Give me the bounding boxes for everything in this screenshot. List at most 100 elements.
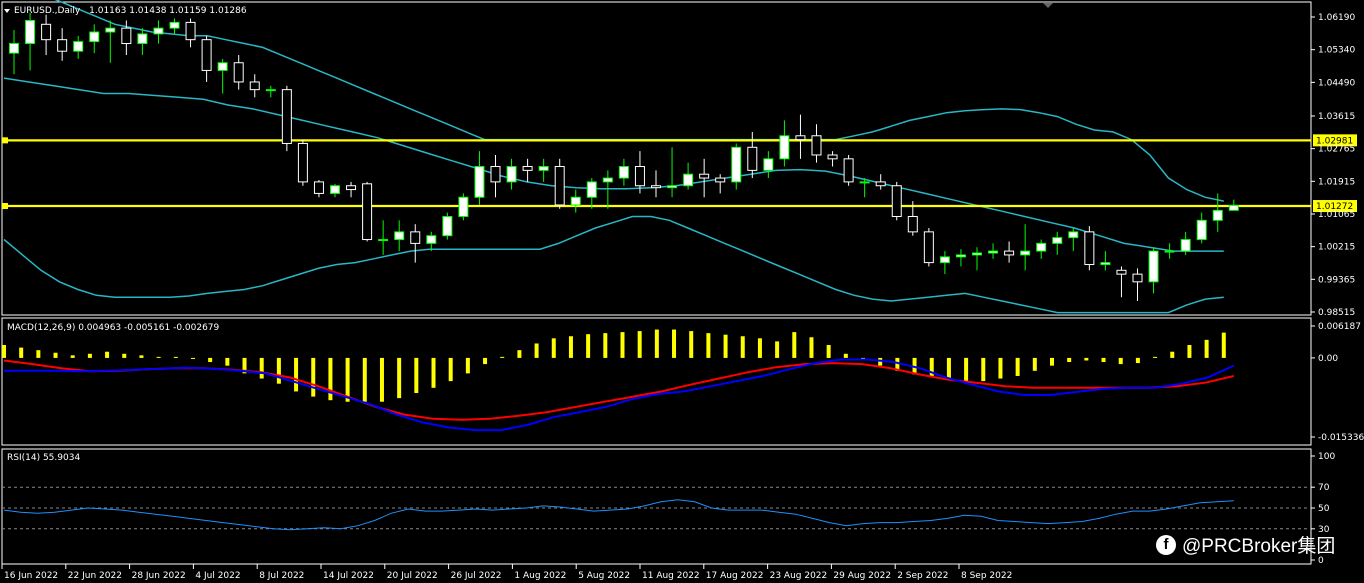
watermark: f @PRCBroker集团 (1156, 531, 1335, 558)
candle-body (1148, 250, 1159, 283)
macd-histogram-bar (483, 357, 488, 365)
macd-histogram-bar (1015, 357, 1020, 376)
candle-body (779, 135, 790, 160)
macd-histogram-bar (362, 357, 367, 402)
date-tick-label: 5 Aug 2022 (578, 571, 630, 581)
macd-histogram-bar (345, 357, 350, 402)
candle-body (281, 89, 292, 144)
candle-body (1068, 231, 1079, 239)
candle-body (41, 23, 52, 41)
macd-histogram-bar (225, 357, 230, 366)
macd-histogram-bar (620, 332, 625, 358)
date-tick-label: 2 Sep 2022 (897, 571, 948, 581)
rsi-tick-label: 50 (1318, 504, 1330, 514)
candle-body (169, 21, 180, 29)
macd-histogram-bar (672, 329, 677, 358)
candle-body (394, 231, 405, 241)
candle-body (249, 81, 260, 91)
date-tick-label: 14 Jul 2022 (323, 571, 374, 581)
candle-body (570, 196, 581, 206)
candle-body (121, 27, 132, 45)
candle-body (506, 166, 517, 183)
candle-body (1052, 237, 1063, 244)
candle-body (538, 166, 549, 171)
macd-histogram-bar (276, 357, 281, 384)
candle-body (843, 158, 854, 183)
macd-histogram-bar (2, 345, 6, 358)
macd-histogram-bar (173, 356, 178, 358)
candle-body (1132, 273, 1143, 283)
date-tick-label: 8 Sep 2022 (961, 571, 1012, 581)
level-anchor (2, 203, 8, 210)
macd-histogram-bar (757, 338, 762, 358)
symbol-header: EURUSD.,Daily 1.01163 1.01438 1.01159 1.… (14, 6, 247, 16)
candle-body (153, 27, 164, 35)
macd-histogram-bar (1135, 357, 1140, 364)
macd-histogram-bar (311, 357, 316, 397)
candle-body (811, 135, 822, 156)
candle-body (907, 215, 918, 233)
candle-body (634, 166, 645, 187)
candle-body (458, 196, 469, 217)
candle-body (955, 254, 966, 258)
price-tick-label: 1.02765 (1318, 145, 1355, 155)
macd-histogram-bar (929, 357, 934, 378)
candle-body (1116, 269, 1127, 275)
candle-body (939, 256, 950, 264)
candle-body (651, 185, 661, 189)
price-tick-label: 0.99365 (1318, 275, 1355, 285)
date-tick-label: 22 Jun 2022 (68, 571, 122, 581)
macd-histogram-bar (1118, 357, 1123, 365)
candle-body (795, 135, 806, 141)
macd-histogram-bar (775, 341, 780, 358)
candle-body (731, 146, 742, 183)
macd-histogram-bar (53, 352, 58, 358)
macd-histogram-bar (946, 357, 951, 380)
candle-body (217, 62, 228, 71)
rsi-tick-label: 70 (1318, 483, 1330, 493)
macd-histogram-bar (397, 357, 402, 399)
macd-histogram-bar (826, 345, 831, 358)
candle-body (1196, 219, 1207, 241)
macd-histogram-bar (208, 357, 213, 363)
candle-body (330, 185, 340, 194)
macd-histogram-bar (465, 357, 470, 374)
candle-body (265, 89, 276, 92)
macd-histogram-bar (689, 331, 694, 358)
candle-body (1180, 239, 1191, 252)
date-tick-label: 11 Aug 2022 (642, 571, 700, 581)
macd-histogram-bar (139, 355, 144, 358)
macd-histogram-bar (981, 357, 986, 382)
rsi-tick-label: 100 (1318, 452, 1335, 462)
macd-histogram-bar (706, 333, 711, 358)
watermark-text: @PRCBroker集团 (1182, 536, 1336, 557)
macd-histogram-bar (1032, 357, 1037, 371)
candle-body (1212, 209, 1223, 221)
date-tick-label: 23 Aug 2022 (770, 571, 828, 581)
candle-body (426, 235, 437, 244)
candle-body (233, 62, 244, 83)
macd-histogram-bar (551, 338, 556, 358)
candle-body (105, 27, 116, 33)
candle-body (699, 173, 710, 179)
date-tick-label: 16 Jun 2022 (4, 571, 58, 581)
candle-body (988, 250, 999, 254)
candle-body (73, 41, 84, 52)
ohlc-values: 1.01163 1.01438 1.01159 1.01286 (89, 6, 247, 16)
candle-body (137, 33, 148, 45)
candle-body (1036, 242, 1047, 252)
date-tick-label: 4 Jul 2022 (195, 571, 240, 581)
macd-histogram-bar (156, 356, 161, 358)
macd-histogram-bar (568, 336, 573, 358)
candle-body (313, 181, 324, 194)
candle-body (9, 43, 19, 54)
date-tick-label: 26 Jul 2022 (451, 571, 502, 581)
macd-histogram-bar (654, 329, 659, 358)
macd-histogram-bar (87, 353, 92, 358)
macd-histogram-bar (586, 334, 591, 358)
candle-body (891, 185, 902, 217)
candle-body (763, 158, 774, 171)
macd-histogram-bar (637, 331, 642, 358)
macd-histogram-bar (19, 347, 24, 358)
macd-histogram-bar (534, 343, 539, 358)
